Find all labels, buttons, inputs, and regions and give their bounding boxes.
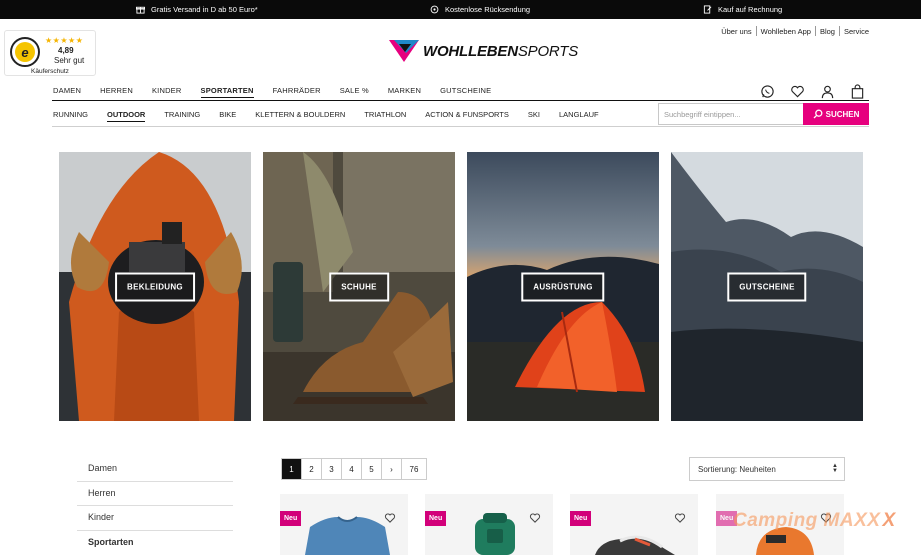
subnav-running[interactable]: RUNNING [53,110,88,122]
product-card[interactable]: Neu [425,494,553,555]
usp-free-shipping: Gratis Versand in D ab 50 Euro* [136,5,258,14]
next-page-button[interactable]: › [382,459,402,479]
return-icon [430,5,439,14]
wishlist-heart-icon[interactable] [529,512,541,524]
buyer-protection-label: Käuferschutz [31,68,69,75]
subnav-triathlon[interactable]: TRIATHLON [364,110,406,122]
brand-logo-mark-icon [389,40,419,62]
usp-invoice: Kauf auf Rechnung [703,5,782,14]
watermark-text: Camping MAXX [733,510,881,531]
main-nav: DAMEN HERREN KINDER SPORTARTEN FAHRRÄDER… [53,86,510,98]
search-input[interactable] [658,103,803,125]
usp-bar: Gratis Versand in D ab 50 Euro* Kostenlo… [0,0,921,19]
new-badge: Neu [280,511,302,526]
sweater-image [305,516,390,555]
sidebar-item-sportarten[interactable]: Sportarten [77,531,233,555]
page-5[interactable]: 5 [362,459,382,479]
sidebar-item-kinder[interactable]: Kinder [77,506,233,531]
new-badge: Neu [570,511,592,526]
subnav-divider [52,126,869,127]
usp-free-return: Kostenlose Rücksendung [430,5,530,14]
page-4[interactable]: 4 [342,459,362,479]
subnav-langlauf[interactable]: LANGLAUF [559,110,599,122]
select-arrows-icon: ▲ ▼ [832,463,838,474]
wishlist-heart-icon[interactable] [384,512,396,524]
sub-nav: RUNNING OUTDOOR TRAINING BIKE KLETTERN &… [53,110,618,122]
page-last[interactable]: 76 [402,459,426,479]
brand-wordmark: WOHLLEBENSPORTS [423,43,578,60]
nav-sportarten[interactable]: SPORTARTEN [200,86,254,98]
product-card[interactable]: Neu [570,494,698,555]
category-tile-gutscheine[interactable]: GUTSCHEINE [671,152,863,421]
link-app[interactable]: Wohlleben App [761,27,811,36]
invoice-icon [703,5,712,14]
sidebar-item-herren[interactable]: Herren [77,482,233,506]
category-tile-bekleidung[interactable]: BEKLEIDUNG [59,152,251,421]
subnav-ski[interactable]: SKI [528,110,540,122]
nav-gutscheine[interactable]: GUTSCHEINE [440,86,491,98]
header-icons [760,84,865,99]
brand-logo[interactable]: WOHLLEBENSPORTS [389,40,578,62]
product-card[interactable]: Neu [280,494,408,555]
pagination: 1 2 3 4 5 › 76 [281,458,427,480]
user-icon[interactable] [820,84,835,99]
tile-label-gutscheine[interactable]: GUTSCHEINE [727,272,807,301]
new-badge: Neu [425,511,447,526]
usp-free-return-text: Kostenlose Rücksendung [445,5,531,14]
nav-divider [52,100,869,101]
rating-stars-icon: ★★★★★ [45,36,84,45]
sort-select[interactable]: Sortierung: Neuheiten ▲ ▼ [689,457,845,481]
usp-free-shipping-text: Gratis Versand in D ab 50 Euro* [151,5,258,14]
trusted-shops-seal-icon: e [10,37,40,67]
tile-label-schuhe[interactable]: SCHUHE [329,272,389,301]
subnav-klettern[interactable]: KLETTERN & BOULDERN [255,110,345,122]
usp-invoice-text: Kauf auf Rechnung [718,5,783,14]
category-tile-ausruestung[interactable]: AUSRÜSTUNG [467,152,659,421]
brand-wordmark-bold: WOHLLEBEN [423,42,518,60]
sort-value: Sortierung: Neuheiten [698,464,776,474]
sidebar-item-damen[interactable]: Damen [77,457,233,482]
link-service[interactable]: Service [844,27,869,36]
whatsapp-icon[interactable] [760,84,775,99]
divider [755,26,757,36]
heart-icon[interactable] [790,84,805,99]
rating-text: Sehr gut [54,56,85,65]
gift-icon [136,6,145,14]
subnav-action[interactable]: ACTION & FUNSPORTS [425,110,509,122]
divider [838,26,840,36]
subnav-training[interactable]: TRAINING [164,110,200,122]
trusted-shops-badge[interactable]: e ★★★★★ 4,89 Sehr gut Käuferschutz [4,30,96,76]
link-blog[interactable]: Blog [820,27,835,36]
brand-wordmark-light: SPORTS [517,42,579,60]
category-sidebar: Damen Herren Kinder Sportarten [77,457,233,555]
nav-kinder[interactable]: KINDER [152,86,182,98]
backpack-image [475,513,515,555]
nav-herren[interactable]: HERREN [100,86,133,98]
wishlist-heart-icon[interactable] [674,512,686,524]
search-icon [813,109,823,119]
page-2[interactable]: 2 [302,459,322,479]
bag-icon[interactable] [850,84,865,99]
nav-marken[interactable]: MARKEN [388,86,421,98]
page-1[interactable]: 1 [282,459,302,479]
nav-sale[interactable]: SALE % [340,86,369,98]
shoe-image [595,535,675,555]
divider [814,26,816,36]
page-3[interactable]: 3 [322,459,342,479]
nav-fahrraeder[interactable]: FAHRRÄDER [273,86,321,98]
watermark-mark: X [882,510,896,531]
rating-score: 4,89 [58,46,74,55]
tile-label-bekleidung[interactable]: BEKLEIDUNG [115,272,195,301]
search-button-label: SUCHEN [825,109,860,119]
search-button[interactable]: SUCHEN [803,103,869,125]
service-links: Über uns Wohlleben App Blog Service [721,26,869,36]
watermark: Camping MAXX X [733,510,896,532]
nav-damen[interactable]: DAMEN [53,86,81,98]
tile-label-ausruestung[interactable]: AUSRÜSTUNG [521,272,605,301]
search-bar: SUCHEN [658,103,869,125]
link-about[interactable]: Über uns [721,27,751,36]
category-tile-schuhe[interactable]: SCHUHE [263,152,455,421]
subnav-outdoor[interactable]: OUTDOOR [107,110,146,122]
subnav-bike[interactable]: BIKE [219,110,236,122]
